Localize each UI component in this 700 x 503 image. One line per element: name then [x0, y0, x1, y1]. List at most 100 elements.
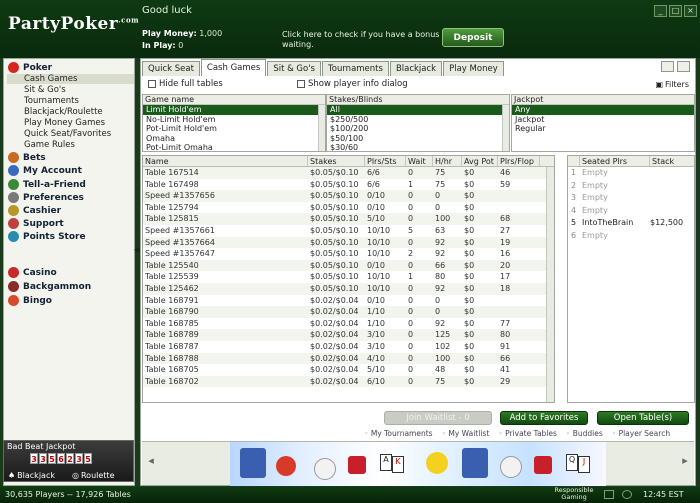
detail-view-icon[interactable]	[677, 61, 690, 72]
table-row[interactable]: Table 168705 $0.02/$0.04 5/10 0 48 $0 41	[143, 364, 554, 376]
filters-toggle[interactable]: ▣ Filters	[655, 80, 689, 89]
sound-icon[interactable]	[622, 490, 632, 499]
seat-row[interactable]: 4 Empty	[568, 205, 694, 218]
sidebar-item-quick-seat-favorites[interactable]: Quick Seat/Favorites	[24, 129, 111, 139]
seat-row[interactable]: 2 Empty	[568, 180, 694, 193]
open-tables-button[interactable]: Open Table(s)	[597, 411, 689, 425]
sidebar-item-tournaments[interactable]: Tournaments	[24, 96, 79, 106]
join-waitlist-button[interactable]: Join Waitlist - 0	[384, 411, 492, 425]
sidebar-section-tell-a-friend[interactable]: Tell-a-Friend	[8, 179, 86, 190]
promo-banner[interactable]: ◂ A K Q J ▸	[142, 441, 694, 486]
column-header-avg-pot[interactable]: Avg Pot	[462, 156, 498, 166]
link-private-tables[interactable]: Private Tables	[498, 429, 557, 438]
table-row[interactable]: Table 167498 $0.05/$0.10 6/6 1 75 $0 59	[143, 179, 554, 191]
filter-option[interactable]: Pot-Limit Omaha	[143, 143, 325, 153]
blackjack-jackpot-button[interactable]: ♠ Blackjack	[8, 469, 55, 481]
sidebar-game-backgammon[interactable]: Backgammon	[8, 281, 91, 292]
table-row[interactable]: Table 125815 $0.05/$0.10 5/10 0 100 $0 68	[143, 213, 554, 225]
banner-prev-icon[interactable]: ◂	[146, 454, 156, 470]
table-row[interactable]: Table 125540 $0.05/$0.10 0/10 0 66 $0 20	[143, 259, 554, 272]
link-player-search[interactable]: Player Search	[612, 429, 671, 438]
column-header-name[interactable]: Name	[143, 156, 308, 166]
tab-play-money[interactable]: Play Money	[443, 61, 504, 76]
seat-row[interactable]: 3 Empty	[568, 192, 694, 205]
filter-option[interactable]: $50/100	[327, 134, 509, 144]
sidebar-item-game-rules[interactable]: Game Rules	[24, 140, 75, 150]
table-row[interactable]: Speed #1357661 $0.05/$0.10 10/10 5 63 $0 27	[143, 225, 554, 237]
filter-option[interactable]: $30/60	[327, 143, 509, 153]
tab-quick-seat[interactable]: Quick Seat	[142, 61, 200, 76]
table-row[interactable]: Table 168790 $0.02/$0.04 1/10 0 0 $0	[143, 306, 554, 318]
sidebar-section-points-store[interactable]: Points Store	[8, 231, 86, 242]
column-header-stakes[interactable]: Stakes	[308, 156, 365, 166]
bonus-link[interactable]: Click here to check if you have a bonus …	[282, 30, 442, 50]
filter-option[interactable]: $100/200	[327, 124, 509, 134]
add-to-favorites-button[interactable]: Add to Favorites	[500, 411, 588, 425]
filter-scrollbar[interactable]	[318, 105, 325, 151]
sidebar-section-support[interactable]: Support	[8, 218, 64, 229]
sidebar-game-casino[interactable]: Casino	[8, 267, 57, 278]
filter-scrollbar[interactable]	[502, 105, 509, 151]
column-header-seated-players[interactable]: Seated Plrs	[580, 156, 650, 166]
link-my-waitlist[interactable]: My Waitlist	[442, 429, 489, 438]
filter-option[interactable]: All	[327, 105, 509, 115]
hide-full-tables-checkbox[interactable]: Hide full tables	[148, 79, 223, 89]
filter-option[interactable]: Jackpot	[512, 115, 694, 125]
column-header-hands-per-hour[interactable]: H/hr	[433, 156, 462, 166]
sidebar-item-play-money-games[interactable]: Play Money Games	[24, 118, 105, 128]
table-row[interactable]: Table 168785 $0.02/$0.04 1/10 0 92 $0 77	[143, 318, 554, 330]
sidebar-item-blackjack-roulette[interactable]: Blackjack/Roulette	[24, 107, 103, 117]
grid-scrollbar[interactable]	[546, 167, 554, 402]
sidebar-section-bets[interactable]: Bets	[8, 152, 46, 163]
minimize-icon[interactable]: _	[654, 5, 667, 17]
table-row[interactable]: Table 168702 $0.02/$0.04 6/10 0 75 $0 29	[143, 375, 554, 388]
column-header-players-per-flop[interactable]: Plrs/Flop	[498, 156, 540, 166]
show-player-info-checkbox[interactable]: Show player info dialog	[297, 79, 408, 89]
sidebar-game-bingo[interactable]: Bingo	[8, 295, 52, 306]
filter-option[interactable]: No-Limit Hold'em	[143, 115, 325, 125]
table-row[interactable]: Table 125794 $0.05/$0.10 0/10 0 0 $0	[143, 202, 554, 214]
link-buddies[interactable]: Buddies	[566, 429, 603, 438]
sidebar-item-sit-and-gos[interactable]: Sit & Go's	[24, 85, 66, 95]
list-view-icon[interactable]	[661, 61, 674, 72]
table-row[interactable]: Table 167514 $0.05/$0.10 6/6 0 75 $0 46	[143, 167, 554, 179]
column-header-players[interactable]: Plrs/Sts	[365, 156, 406, 166]
table-row[interactable]: Table 125462 $0.05/$0.10 10/10 0 92 $0 18	[143, 282, 554, 295]
table-row[interactable]: Table 168788 $0.02/$0.04 4/10 0 100 $0 66	[143, 352, 554, 365]
seat-row[interactable]: 5 IntoTheBrain $12,500	[568, 217, 694, 230]
roulette-jackpot-button[interactable]: ◎ Roulette	[72, 469, 115, 481]
filter-option[interactable]: Omaha	[143, 134, 325, 144]
tab-tournaments[interactable]: Tournaments	[322, 61, 389, 76]
tab-blackjack[interactable]: Blackjack	[389, 61, 443, 76]
filter-option[interactable]: Regular	[512, 124, 694, 134]
sidebar-section-poker[interactable]: Poker	[8, 62, 52, 73]
sidebar-section-my-account[interactable]: My Account	[8, 165, 82, 176]
deposit-button[interactable]: Deposit	[442, 28, 504, 47]
table-row[interactable]: Speed #1357647 $0.05/$0.10 10/10 2 92 $0 16	[143, 248, 554, 260]
table-row[interactable]: Speed #1357656 $0.05/$0.10 0/10 0 0 $0	[143, 190, 554, 202]
table-row[interactable]: Speed #1357664 $0.05/$0.10 10/10 0 92 $0 19	[143, 236, 554, 249]
table-row[interactable]: Table 125539 $0.05/$0.10 10/10 1 80 $0 17	[143, 271, 554, 283]
sidebar-section-cashier[interactable]: Cashier	[8, 205, 61, 216]
tab-sit-and-gos[interactable]: Sit & Go's	[267, 61, 321, 76]
filter-option[interactable]: Pot-Limit Hold'em	[143, 124, 325, 134]
maximize-icon[interactable]: □	[669, 5, 682, 17]
close-icon[interactable]: ×	[684, 5, 697, 17]
link-my-tournaments[interactable]: My Tournaments	[364, 429, 433, 438]
filter-option[interactable]: $250/500	[327, 115, 509, 125]
filter-option[interactable]: Any	[512, 105, 694, 115]
sidebar-item-cash-games[interactable]: Cash Games	[7, 74, 134, 84]
table-row[interactable]: Table 168791 $0.02/$0.04 0/10 0 0 $0	[143, 295, 554, 307]
table-row[interactable]: Table 168787 $0.02/$0.04 3/10 0 102 $0 91	[143, 341, 554, 353]
column-header-wait[interactable]: Wait	[406, 156, 433, 166]
filter-option[interactable]: Limit Hold'em	[143, 105, 325, 115]
seat-row[interactable]: 1 Empty	[568, 167, 694, 180]
sidebar-section-preferences[interactable]: Preferences	[8, 192, 84, 203]
column-header-stack[interactable]: Stack	[650, 156, 694, 166]
tab-cash-games[interactable]: Cash Games	[200, 59, 267, 76]
table-row[interactable]: Table 168789 $0.02/$0.04 3/10 0 125 $0 80	[143, 329, 554, 341]
banner-next-icon[interactable]: ▸	[680, 454, 690, 470]
responsible-gaming-link[interactable]: Responsible Gaming	[552, 487, 596, 501]
seat-row[interactable]: 6 Empty	[568, 230, 694, 243]
monitor-icon[interactable]	[604, 490, 614, 499]
